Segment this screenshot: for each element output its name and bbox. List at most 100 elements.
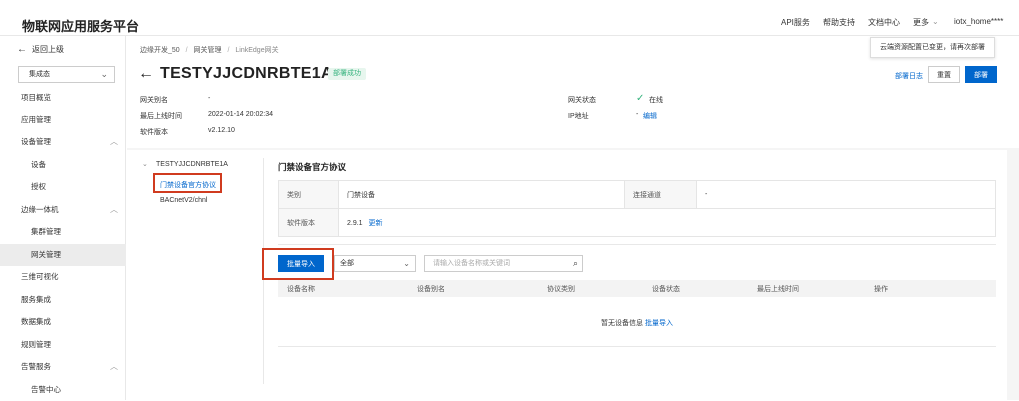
deploy-button[interactable]: 部署 (965, 66, 997, 83)
sidebar-item-label: 项目概览 (21, 93, 51, 102)
chevron-down-icon: ⌄ (403, 259, 410, 268)
divider (278, 346, 996, 347)
meta-alias-key: 网关别名 (140, 97, 168, 104)
sidebar-item-data-integration[interactable]: 数据集成 (0, 311, 126, 333)
sidebar-item-alarm-center[interactable]: 告警中心 (0, 379, 126, 401)
column-header: 设备名称 (287, 286, 315, 293)
sidebar-item-overview[interactable]: 项目概览 (0, 87, 126, 109)
empty-batch-import-link[interactable]: 批量导入 (645, 320, 673, 327)
protocol-type-key: 类别 (278, 180, 339, 209)
top-navigation-bar (0, 10, 1019, 36)
sidebar-item-device-management[interactable]: 设备管理 ︿ (0, 131, 126, 153)
sidebar-item-label: 网关管理 (31, 250, 61, 259)
sidebar-item-label: 应用管理 (21, 115, 51, 124)
meta-ip-key: IP地址 (568, 113, 589, 120)
sidebar-item-label: 集群管理 (31, 227, 61, 236)
sidebar-item-rule-management[interactable]: 规则管理 (0, 334, 126, 356)
divider (278, 244, 996, 245)
sidebar-item-label: 告警服务 (21, 362, 51, 371)
empty-state: 暂无设备信息 批量导入 (278, 318, 996, 328)
sidebar-item-devices[interactable]: 设备 (0, 154, 126, 176)
sidebar-item-label: 规则管理 (21, 340, 51, 349)
meta-version-value: v2.12.10 (208, 127, 235, 134)
nav-help-support[interactable]: 帮助支持 (823, 17, 855, 28)
meta-status-key: 网关状态 (568, 97, 596, 104)
sidebar-item-service-integration[interactable]: 服务集成 (0, 289, 126, 311)
sidebar-item-label: 边缘一体机 (21, 205, 59, 214)
column-header: 操作 (874, 286, 888, 293)
edit-ip-link[interactable]: 编辑 (643, 111, 657, 121)
filter-select-value: 全部 (340, 260, 354, 267)
breadcrumb: 边缘开发_50 / 网关管理 / LinkEdge网关 (140, 45, 279, 55)
status-filter-select[interactable]: 全部 ⌄ (334, 255, 416, 272)
sidebar-item-3d-visualization[interactable]: 三维可视化 (0, 266, 126, 288)
search-icon[interactable]: ⌕ (573, 256, 578, 271)
nav-api-services[interactable]: API服务 (781, 17, 810, 28)
section-title: 门禁设备官方协议 (278, 162, 347, 172)
column-header: 设备状态 (652, 286, 680, 293)
sidebar-item-label: 三维可视化 (21, 272, 59, 281)
chevron-up-icon: ︿ (110, 205, 118, 214)
sidebar-item-label: 服务集成 (21, 295, 51, 304)
sidebar-item-cluster-management[interactable]: 集群管理 (0, 221, 126, 243)
meta-status-value: 在线 (649, 97, 663, 104)
user-account[interactable]: iotx_home**** (954, 17, 1003, 26)
meta-online-key: 最后上线时间 (140, 113, 182, 120)
chevron-down-icon: ⌄ (932, 17, 939, 26)
column-header: 设备别名 (417, 286, 445, 293)
back-arrow-icon[interactable]: ← (138, 65, 154, 83)
breadcrumb-current: LinkEdge网关 (235, 47, 279, 54)
sidebar-item-authorization[interactable]: 授权 (0, 176, 126, 198)
project-select[interactable]: 集成态 ⌄ (18, 66, 115, 83)
nav-more[interactable]: 更多 (913, 17, 929, 28)
nav-docs-center[interactable]: 文档中心 (868, 17, 900, 28)
protocol-channel-value: - (696, 180, 996, 209)
sidebar-item-label: 授权 (31, 182, 46, 191)
back-to-parent-button[interactable]: ← 返回上级 (0, 40, 126, 60)
sidebar-item-label: 告警中心 (31, 385, 61, 394)
protocol-version-key: 软件版本 (278, 208, 339, 237)
sidebar-item-app-management[interactable]: 应用管理 (0, 109, 126, 131)
back-label: 返回上级 (32, 45, 64, 54)
protocol-version-cell: 2.9.1 更新 (338, 208, 996, 237)
protocol-info-table: 类别 门禁设备 连接通道 - 软件版本 2.9.1 更新 (278, 180, 996, 237)
sidebar-item-gateway-management[interactable]: 网关管理 (0, 244, 126, 266)
breadcrumb-edge-dev[interactable]: 边缘开发_50 (140, 47, 180, 54)
table-header (278, 280, 996, 297)
protocol-type-value: 门禁设备 (338, 180, 625, 209)
app-title: 物联网应用服务平台 (22, 19, 140, 34)
breadcrumb-gateway-management[interactable]: 网关管理 (194, 47, 222, 54)
tree-node-access-protocol[interactable]: 门禁设备官方协议 (160, 180, 216, 190)
meta-online-value: 2022-01-14 20:02:34 (208, 111, 273, 118)
window-top (0, 0, 1019, 10)
tree-node-bacnet[interactable]: BACnetV2/chnl (160, 197, 207, 204)
update-link[interactable]: 更新 (369, 220, 383, 227)
sidebar-item-alarm-service[interactable]: 告警服务 ︿ (0, 356, 126, 378)
column-header: 最后上线时间 (757, 286, 799, 293)
device-search-input[interactable]: 请输入设备名称或关键词 ⌕ (424, 255, 583, 272)
batch-import-button[interactable]: 批量导入 (278, 255, 324, 272)
protocol-version-value: 2.9.1 (347, 219, 363, 227)
meta-version-key: 软件版本 (140, 129, 168, 136)
project-select-value: 集成态 (29, 71, 50, 78)
meta-ip-value: - (636, 111, 639, 118)
sidebar-item-label: 数据集成 (21, 317, 51, 326)
deploy-tooltip: 云端资源配置已变更，请再次部署 (870, 37, 995, 58)
page-title: TESTYJJCDNRBTE1A (160, 65, 333, 82)
search-placeholder: 请输入设备名称或关键词 (433, 260, 510, 267)
check-icon: ✓ (636, 93, 645, 104)
tree-root-gateway[interactable]: TESTYJJCDNRBTE1A (156, 161, 228, 168)
reset-button[interactable]: 重置 (928, 66, 960, 83)
deploy-log-link[interactable]: 部署日志 (895, 71, 923, 81)
breadcrumb-separator: / (227, 47, 230, 54)
sidebar-item-label: 设备 (31, 160, 46, 169)
status-badge: 部署成功 (328, 68, 366, 80)
sidebar-item-edge-machine[interactable]: 边缘一体机 ︿ (0, 199, 126, 221)
chevron-up-icon: ︿ (110, 137, 118, 146)
chevron-down-icon[interactable]: ⌄ (142, 160, 148, 168)
chevron-up-icon: ︿ (110, 362, 118, 371)
arrow-left-icon: ← (17, 44, 27, 55)
meta-alias-value: - (208, 95, 211, 102)
sidebar-item-label: 设备管理 (21, 137, 51, 146)
chevron-down-icon: ⌄ (100, 69, 108, 79)
